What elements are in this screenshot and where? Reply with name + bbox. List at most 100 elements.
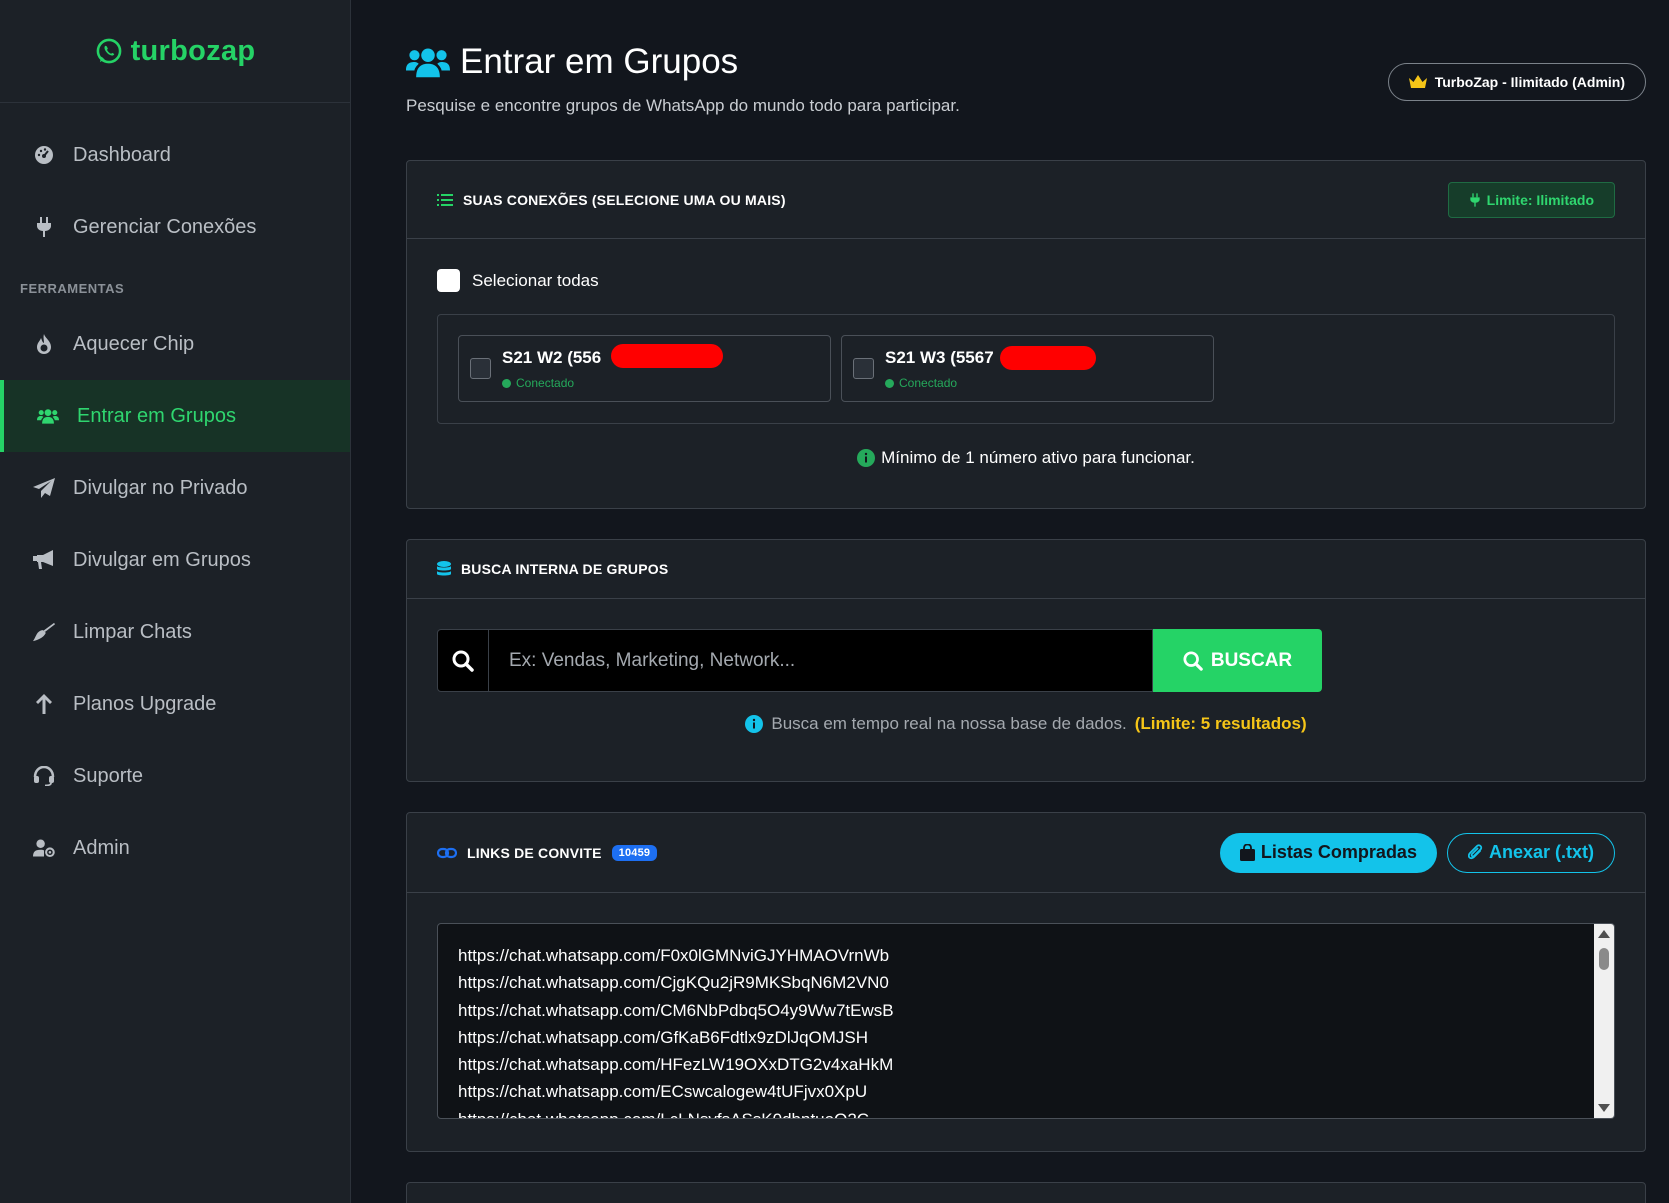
link-icon [437,847,457,858]
search-button[interactable]: BUSCAR [1153,629,1322,692]
info-icon [857,449,876,467]
headset-icon [33,765,55,787]
next-card [406,1182,1646,1203]
sidebar-item-admin[interactable]: Admin [0,812,350,884]
sidebar-item-label: Aquecer Chip [73,332,195,355]
sidebar-item-suporte[interactable]: Suporte [0,740,350,812]
sidebar-item-label: Admin [73,836,130,859]
search-input[interactable] [489,629,1153,692]
broom-icon [33,621,55,643]
brand-name: turbozap [130,34,256,67]
search-bar: BUSCAR [437,629,1615,692]
gauge-icon [33,144,55,166]
sidebar-item-label: Suporte [73,764,144,787]
connection-checkbox[interactable] [470,358,491,379]
page-title: Entrar em Grupos [406,42,738,82]
crown-icon [1408,75,1427,88]
page-subtitle: Pesquise e encontre grupos de WhatsApp d… [406,96,960,115]
connections-hint-text: Mínimo de 1 número ativo para funcionar. [881,448,1195,467]
sidebar-section-label: FERRAMENTAS [20,281,125,296]
sidebar-item-label: Divulgar em Grupos [73,548,251,571]
connection-status-text: Conectado [516,376,575,390]
sidebar-item-divulgar-grupos[interactable]: Divulgar em Grupos [0,524,350,596]
sidebar-item-conexoes[interactable]: Gerenciar Conexões [0,191,350,263]
connection-status: Conectado [502,376,574,390]
connection-status-text: Conectado [899,376,958,390]
limit-badge-text: Limite: Ilimitado [1486,191,1594,208]
connection-item[interactable]: S21 W3 (5567 Conectado [841,335,1214,402]
links-list: https://chat.whatsapp.com/F0x0lGMNviGJYH… [438,924,1614,1118]
sidebar-item-label: Dashboard [73,143,171,166]
links-textarea[interactable]: https://chat.whatsapp.com/F0x0lGMNviGJYH… [437,923,1615,1119]
sidebar-item-planos-upgrade[interactable]: Planos Upgrade [0,668,350,740]
redaction-mark [611,344,723,368]
link-line: https://chat.whatsapp.com/F0x0lGMNviGJYH… [458,946,890,965]
search-icon [452,650,474,672]
paperclip-icon [1467,844,1483,860]
search-title-text: BUSCA INTERNA DE GRUPOS [461,561,669,577]
sidebar-item-entrar-grupos[interactable]: Entrar em Grupos [0,380,350,452]
search-icon-addon [437,629,489,692]
search-limit-text: (Limite: 5 resultados) [1134,714,1307,733]
sidebar-item-divulgar-privado[interactable]: Divulgar no Privado [0,452,350,524]
connections-list: S21 W2 (556 Conectado S21 W3 (5567 Conec… [437,314,1615,424]
users-icon [37,405,59,427]
connection-item[interactable]: S21 W2 (556 Conectado [458,335,831,402]
links-card: LINKS DE CONVITE 10459 Listas Compradas … [406,812,1646,1152]
select-all-label: Selecionar todas [472,270,599,290]
links-card-header: LINKS DE CONVITE 10459 Listas Compradas … [407,813,1645,893]
sidebar-item-limpar-chats[interactable]: Limpar Chats [0,596,350,668]
sidebar-item-label: Divulgar no Privado [73,476,248,499]
sidebar-item-dashboard[interactable]: Dashboard [0,119,350,191]
main-content: Entrar em Grupos Pesquise e encontre gru… [406,0,1646,1203]
sidebar-item-label: Planos Upgrade [73,692,217,715]
sidebar-item-aquecer-chip[interactable]: Aquecer Chip [0,308,350,380]
user-gear-icon [33,837,55,859]
list-icon [437,193,453,206]
fire-icon [33,333,55,355]
search-button-label: BUSCAR [1210,649,1293,671]
connection-status: Conectado [885,376,957,390]
links-card-title: LINKS DE CONVITE 10459 [437,844,658,861]
scroll-thumb[interactable] [1599,948,1609,970]
connections-title-text: SUAS CONEXÕES (SELECIONE UMA OU MAIS) [463,191,786,208]
search-hint: Busca em tempo real na nossa base de dad… [407,714,1645,734]
search-card-title: BUSCA INTERNA DE GRUPOS [437,561,668,577]
page-header: Entrar em Grupos Pesquise e encontre gru… [406,0,1646,160]
arrow-up-icon [33,693,55,715]
plan-badge-text: TurboZap - Ilimitado (Admin) [1434,74,1625,90]
sidebar: turbozap Dashboard Gerenciar Conexões FE… [0,0,351,1203]
connections-hint: Mínimo de 1 número ativo para funcionar. [407,448,1645,468]
select-all-checkbox[interactable] [437,269,460,292]
select-all-toggle[interactable]: Selecionar todas [437,269,1645,292]
scroll-down-arrow-icon[interactable] [1598,1104,1610,1112]
info-icon [745,715,764,733]
plug-icon [33,216,55,238]
purchased-lists-label: Listas Compradas [1260,842,1417,862]
scroll-up-arrow-icon[interactable] [1598,930,1610,938]
sidebar-nav: Dashboard Gerenciar Conexões FERRAMENTAS… [0,103,350,884]
redaction-mark [1000,346,1096,370]
links-scrollbar[interactable] [1594,924,1614,1118]
attach-txt-label: Anexar (.txt) [1488,842,1594,862]
link-line: https://chat.whatsapp.com/GfKaB6Fdtlx9zD… [458,1027,869,1047]
attach-txt-button[interactable]: Anexar (.txt) [1446,832,1615,873]
connections-card: SUAS CONEXÕES (SELECIONE UMA OU MAIS) Li… [406,160,1646,509]
status-dot [885,378,894,388]
connection-name: S21 W2 (556 [502,348,602,367]
connections-card-title: SUAS CONEXÕES (SELECIONE UMA OU MAIS) [437,192,786,208]
connection-checkbox[interactable] [853,358,874,379]
links-count-badge: 10459 [611,844,658,861]
limit-badge: Limite: Ilimitado [1447,181,1615,218]
search-card-header: BUSCA INTERNA DE GRUPOS [407,540,1645,599]
links-actions: Listas Compradas Anexar (.txt) [1219,832,1615,873]
connections-card-header: SUAS CONEXÕES (SELECIONE UMA OU MAIS) Li… [407,161,1645,239]
page-title-text: Entrar em Grupos [460,42,739,81]
megaphone-icon [33,549,55,571]
database-icon [437,561,451,576]
plan-badge: TurboZap - Ilimitado (Admin) [1387,63,1646,101]
link-line: https://chat.whatsapp.com/HFezLW19OXxDTG… [458,1055,894,1075]
users-icon [406,48,450,78]
brand[interactable]: turbozap [0,0,350,103]
purchased-lists-button[interactable]: Listas Compradas [1219,832,1437,873]
